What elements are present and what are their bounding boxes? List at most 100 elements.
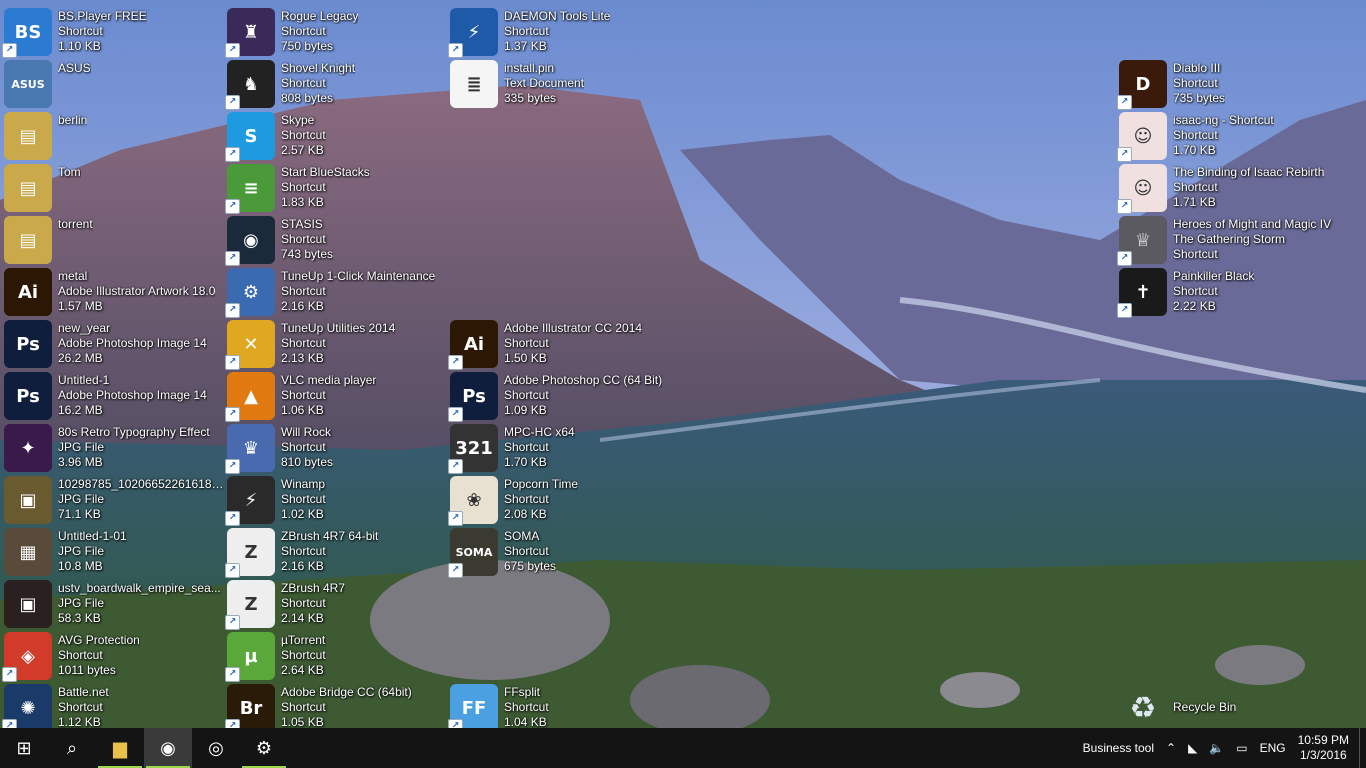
clock[interactable]: 10:59 PM 1/3/2016 (1298, 733, 1349, 763)
icon-type: Shortcut (58, 24, 103, 38)
icon-glyph: ▲ (244, 385, 258, 407)
media-button[interactable]: ◎ (192, 728, 240, 768)
icon-size: 2.22 KB (1173, 299, 1216, 313)
desktop-icon-untitled-1-01[interactable]: ▦ Untitled-1-01 JPG File 10.8 MB (4, 528, 226, 580)
desktop-icon-untitled-1[interactable]: Ps Untitled-1 Adobe Photoshop Image 14 16.2… (4, 372, 226, 424)
settings-button[interactable]: ⚙ (240, 728, 288, 768)
desktop-icon-label: Tom (58, 164, 81, 180)
icon-glyph: Ai (17, 281, 39, 303)
icon-name: Popcorn Time (504, 477, 579, 491)
shovel-knight-icon: ♞ ↗ (225, 60, 275, 110)
icon-type: Shortcut (1173, 76, 1218, 90)
wifi-icon[interactable]: ◣ (1188, 741, 1197, 755)
icon-glyph: ⚡ (244, 489, 258, 511)
desktop-icon-tom[interactable]: ▤ Tom (4, 164, 226, 216)
icon-glyph: ☺ (1133, 125, 1153, 147)
icon-size: 2.57 KB (281, 143, 324, 157)
desktop-icon-skype[interactable]: S ↗ Skype Shortcut 2.57 KB (225, 112, 449, 164)
desktop-icon-label: µTorrent Shortcut 2.64 KB (281, 632, 326, 678)
desktop-icon-heroes-of-might-and-magic-iv-the-gathering-storm[interactable]: ♕ ↗ Heroes of Might and Magic IV The Gathe… (1117, 216, 1341, 268)
desktop-icon-label: isaac-ng - Shortcut Shortcut 1.70 KB (1173, 112, 1274, 158)
desktop-icon-10298785-1020665226161870[interactable]: ▣ 10298785_1020665226161870... JPG File 71.… (4, 476, 226, 528)
desktop-icon-berlin[interactable]: ▤ berlin (4, 112, 226, 164)
winamp-icon: ⚡ ↗ (225, 476, 275, 526)
battle-net-icon: ✺ ↗ (2, 684, 52, 734)
icon-type: JPG File (58, 544, 105, 558)
icon-size: 750 bytes (281, 39, 334, 53)
desktop-icon-metal[interactable]: Ai metal Adobe Illustrator Artwork 18.0 1.5… (4, 268, 226, 320)
desktop-icon-painkiller-black[interactable]: ✝ ↗ Painkiller Black Shortcut 2.22 KB (1117, 268, 1341, 320)
desktop-icon-tuneup-1-click-maintenance[interactable]: ⚙ ↗ TuneUp 1-Click Maintenance Shortcut 2.16… (225, 268, 449, 320)
desktop-icon-popcorn-time[interactable]: ❀ ↗ Popcorn Time Shortcut 2.08 KB (448, 476, 672, 528)
start-button[interactable]: ⊞ (0, 728, 48, 768)
desktop-icon-asus[interactable]: ASUS ASUS (4, 60, 226, 112)
volume-icon[interactable]: 🔈 (1209, 741, 1224, 755)
taskbar-pinned-apps: ⊞ ⌕ ▆ ◉ ◎ ⚙ (0, 728, 288, 768)
icon-name: BS.Player FREE (58, 9, 147, 23)
desktop-icon-will-rock[interactable]: ♛ ↗ Will Rock Shortcut 810 bytes (225, 424, 449, 476)
chevron-up-icon[interactable]: ⌃ (1166, 741, 1176, 755)
desktop-icon-avg-protection[interactable]: ◈ ↗ AVG Protection Shortcut 1011 bytes (2, 632, 226, 684)
notification-icon[interactable]: ▭ (1236, 741, 1247, 755)
icon-type: Adobe Photoshop Image 14 (58, 388, 207, 402)
icon-name: Untitled-1 (58, 373, 110, 387)
desktop-icon-mpc-hc-x64[interactable]: 321 ↗ MPC-HC x64 Shortcut 1.70 KB (448, 424, 672, 476)
icon-glyph: ▤ (19, 229, 37, 251)
desktop-icon-install-pin[interactable]: ≣ install.pin Text Document 335 bytes (450, 60, 672, 112)
icon-type: Adobe Illustrator Artwork 18.0 (58, 284, 216, 298)
desktop-icon-winamp[interactable]: ⚡ ↗ Winamp Shortcut 1.02 KB (225, 476, 449, 528)
shortcut-arrow-icon: ↗ (448, 459, 463, 474)
desktop-icon-80s-retro-typography-effect[interactable]: ✦ 80s Retro Typography Effect JPG File 3.96… (4, 424, 226, 476)
icon-size: 10.8 MB (58, 559, 103, 573)
icon-glyph: ASUS (11, 77, 45, 91)
desktop-icon-stasis[interactable]: ◉ ↗ STASIS Shortcut 743 bytes (225, 216, 449, 268)
search-button[interactable]: ⌕ (48, 728, 96, 768)
icon-glyph: ✝ (1135, 281, 1151, 303)
desktop-icon-ustv-boardwalk-empire-sea[interactable]: ▣ ustv_boardwalk_empire_sea... JPG File 58.… (4, 580, 226, 632)
icon-name: Battle.net (58, 685, 109, 699)
desktop-icon-adobe-photoshop-cc-64-bit[interactable]: Ps ↗ Adobe Photoshop CC (64 Bit) Shortcut 1.… (448, 372, 672, 424)
icon-size: 675 bytes (504, 559, 557, 573)
toolbar-business-tool[interactable]: Business tool (1083, 741, 1154, 755)
show-desktop-button[interactable] (1359, 728, 1366, 768)
desktop-icon-zbrush-4r7[interactable]: Z ↗ ZBrush 4R7 Shortcut 2.14 KB (225, 580, 449, 632)
icon-type: Shortcut (1173, 128, 1218, 142)
file-explorer-button[interactable]: ▆ (96, 728, 144, 768)
icon-size: 2.64 KB (281, 663, 324, 677)
icon-size: 1.70 KB (1173, 143, 1216, 157)
icon-glyph: Br (239, 697, 263, 719)
desktop-icon-rogue-legacy[interactable]: ♜ ↗ Rogue Legacy Shortcut 750 bytes (225, 8, 449, 60)
icon-type: Shortcut (281, 596, 326, 610)
adobe-photoshop-cc-64-bit-icon: Ps ↗ (448, 372, 498, 422)
desktop-icon-isaac-ng-shortcut[interactable]: ☺ ↗ isaac-ng - Shortcut Shortcut 1.70 KB (1117, 112, 1341, 164)
icon-name: VLC media player (281, 373, 377, 387)
desktop-icon-diablo-iii[interactable]: D ↗ Diablo III Shortcut 735 bytes (1117, 60, 1341, 112)
icon-name: TuneUp 1-Click Maintenance (281, 269, 436, 283)
painkiller-black-icon: ✝ ↗ (1117, 268, 1167, 318)
icon-type: Text Document (504, 76, 585, 90)
desktop-icon-daemon-tools-lite[interactable]: ⚡ ↗ DAEMON Tools Lite Shortcut 1.37 KB (448, 8, 672, 60)
desktop-icon-adobe-illustrator-cc-2014[interactable]: Ai ↗ Adobe Illustrator CC 2014 Shortcut 1.50… (448, 320, 672, 372)
desktop-icon-bs-player-free[interactable]: BS ↗ BS.Player FREE Shortcut 1.10 KB (2, 8, 226, 60)
icon-size: 58.3 KB (58, 611, 101, 625)
desktop-icon-torrent[interactable]: ▤ torrent (4, 216, 226, 268)
desktop-icon-soma[interactable]: SOMA ↗ SOMA Shortcut 675 bytes (448, 528, 672, 580)
icon-size: 1.37 KB (504, 39, 547, 53)
desktop-icon-tuneup-utilities-2014[interactable]: ✕ ↗ TuneUp Utilities 2014 Shortcut 2.13 KB (225, 320, 449, 372)
icon-size: 810 bytes (281, 455, 334, 469)
zbrush-4r7-64-bit-icon: Z ↗ (225, 528, 275, 578)
language-indicator[interactable]: ENG (1260, 741, 1286, 755)
shortcut-arrow-icon: ↗ (225, 407, 240, 422)
isaac-ng-shortcut-icon: ☺ ↗ (1117, 112, 1167, 162)
desktop-icon-vlc-media-player[interactable]: ▲ ↗ VLC media player Shortcut 1.06 KB (225, 372, 449, 424)
chrome-button[interactable]: ◉ (144, 728, 192, 768)
taskbar: ⊞ ⌕ ▆ ◉ ◎ ⚙ Business tool ⌃ ◣ 🔈 ▭ ENG 10:59 P… (0, 728, 1366, 768)
desktop-icon-shovel-knight[interactable]: ♞ ↗ Shovel Knight Shortcut 808 bytes (225, 60, 449, 112)
desktop-icon-new-year[interactable]: Ps new_year Adobe Photoshop Image 14 26.2 M… (4, 320, 226, 372)
desktop-icon-torrent[interactable]: µ ↗ µTorrent Shortcut 2.64 KB (225, 632, 449, 684)
icon-type: JPG File (58, 492, 105, 506)
desktop-icon-start-bluestacks[interactable]: ≡ ↗ Start BlueStacks Shortcut 1.83 KB (225, 164, 449, 216)
desktop-icon-the-binding-of-isaac-rebirth[interactable]: ☺ ↗ The Binding of Isaac Rebirth Shortcut 1.… (1117, 164, 1341, 216)
desktop-icon-zbrush-4r7-64-bit[interactable]: Z ↗ ZBrush 4R7 64-bit Shortcut 2.16 KB (225, 528, 449, 580)
the-binding-of-isaac-rebirth-icon: ☺ ↗ (1117, 164, 1167, 214)
